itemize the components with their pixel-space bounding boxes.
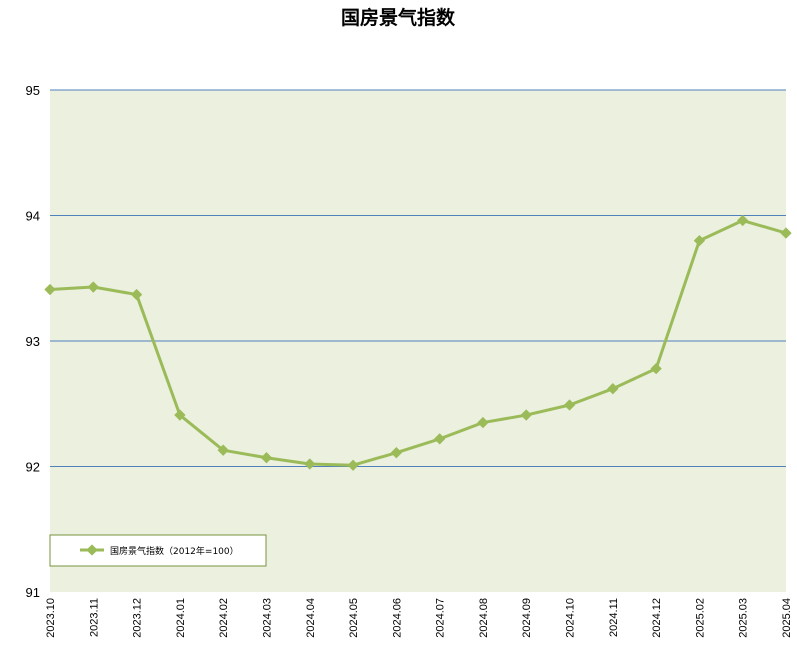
x-tick-label: 2024.11 (608, 598, 620, 637)
y-axis: 91 92 93 94 95 (26, 83, 40, 600)
x-tick-label: 2024.06 (391, 598, 403, 638)
x-tick-label: 2024.12 (651, 598, 663, 638)
chart-title: 国房景气指数 (341, 6, 456, 29)
x-tick-label: 2023.10 (45, 598, 57, 638)
chart-svg: 9192939495 2023.10 2023.11 2023.12 2024.01 2… (26, 6, 793, 638)
legend-label: 国房景气指数（2012年=100） (110, 545, 239, 557)
x-tick-label: 2024.02 (218, 598, 230, 638)
x-tick-label: 2024.09 (521, 598, 533, 638)
y-tick-label: 92 (26, 460, 40, 475)
x-tick-label: 2024.10 (565, 598, 577, 638)
x-tick-label: 2023.12 (132, 598, 144, 638)
y-tick-label: 93 (26, 334, 40, 349)
x-tick-label: 2024.08 (478, 598, 490, 638)
x-tick-label: 2025.03 (738, 598, 750, 638)
x-tick-label: 2024.01 (175, 598, 187, 638)
x-axis: 2023.10 2023.11 2023.12 2024.01 2024.02 2024.… (45, 598, 793, 638)
x-tick-label: 2024.04 (305, 598, 317, 638)
x-tick-label: 2025.02 (694, 598, 706, 638)
x-tick-label: 2025.04 (781, 598, 793, 638)
y-tick-label: 91 (26, 585, 40, 600)
legend: 国房景气指数（2012年=100） (49, 534, 267, 567)
chart: 91 92 93 94 95 2023.10 2023.11 2023.12 2024.01 2… (0, 0, 797, 671)
x-tick-label: 2024.05 (348, 598, 360, 638)
x-tick-label: 2024.03 (261, 598, 273, 638)
y-tick-label: 95 (26, 83, 40, 98)
x-tick-label: 2024.07 (435, 598, 447, 638)
x-tick-label: 2023.11 (88, 598, 100, 637)
y-tick-label: 94 (26, 209, 40, 224)
